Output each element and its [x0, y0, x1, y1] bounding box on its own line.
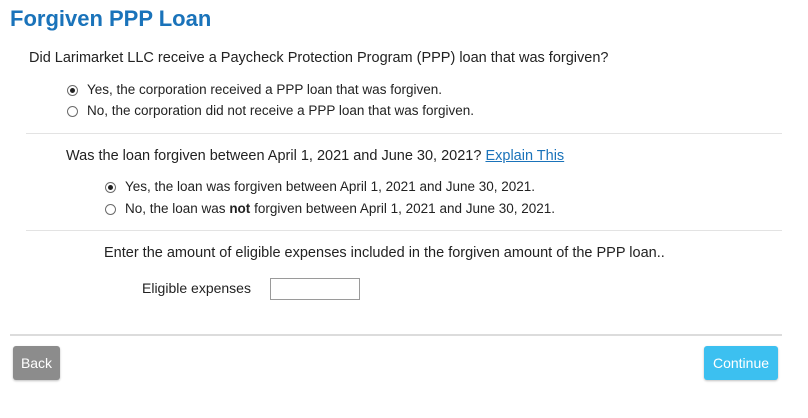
- question-forgiven-period: Was the loan forgiven between April 1, 2…: [66, 147, 564, 165]
- question-ppp-received: Did Larimarket LLC receive a Paycheck Pr…: [29, 50, 609, 66]
- page-title: Forgiven PPP Loan: [10, 6, 212, 31]
- radio-label-post: forgiven between April 1, 2021 and June …: [250, 201, 556, 216]
- continue-button[interactable]: Continue: [704, 346, 778, 380]
- footer-divider: [10, 334, 782, 336]
- explain-this-link[interactable]: Explain This: [485, 148, 564, 164]
- radio-button-checked[interactable]: [105, 181, 116, 193]
- radio-label: Yes, the loan was forgiven between April…: [125, 179, 536, 194]
- divider: [26, 133, 782, 134]
- radio-label: No, the loan was not forgiven between Ap…: [125, 201, 555, 217]
- radio-option-forgiven-yes[interactable]: Yes, the loan was forgiven between April…: [105, 179, 535, 195]
- radio-button[interactable]: [105, 203, 116, 215]
- question-eligible-expenses: Enter the amount of eligible expenses in…: [104, 245, 665, 261]
- radio-label-bold: not: [229, 201, 251, 216]
- eligible-expenses-input[interactable]: [270, 278, 360, 300]
- radio-option-ppp-yes[interactable]: Yes, the corporation received a PPP loan…: [67, 82, 442, 98]
- back-button[interactable]: Back: [13, 346, 60, 380]
- radio-button-checked[interactable]: [67, 84, 78, 96]
- divider: [26, 230, 782, 231]
- question-text: Was the loan forgiven between April 1, 2…: [66, 148, 482, 164]
- radio-option-ppp-no[interactable]: No, the corporation did not receive a PP…: [67, 103, 474, 119]
- radio-label: No, the corporation did not receive a PP…: [87, 103, 474, 118]
- radio-button[interactable]: [67, 105, 78, 117]
- radio-label: Yes, the corporation received a PPP loan…: [87, 82, 442, 97]
- eligible-expenses-label: Eligible expenses: [142, 280, 251, 296]
- radio-option-forgiven-no[interactable]: No, the loan was not forgiven between Ap…: [105, 201, 555, 217]
- radio-label-pre: No, the loan was: [125, 201, 230, 216]
